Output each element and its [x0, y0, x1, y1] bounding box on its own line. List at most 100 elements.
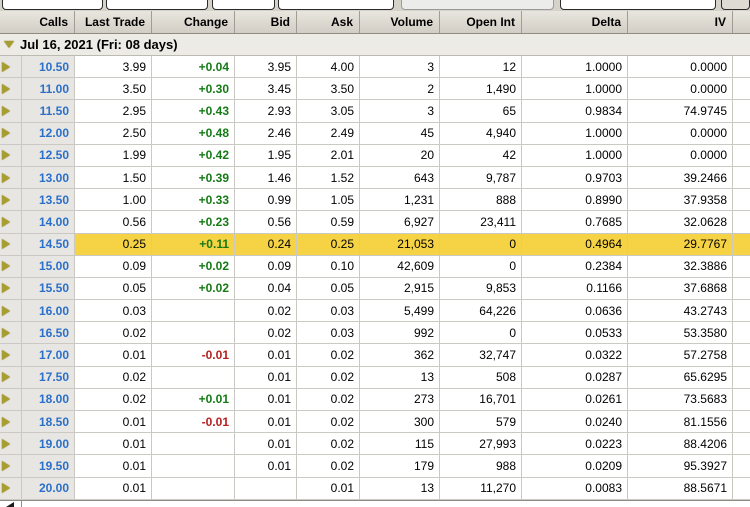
- row-expander[interactable]: [0, 144, 22, 167]
- cell-strike[interactable]: 20.00: [22, 477, 75, 500]
- row-expander[interactable]: [0, 322, 22, 345]
- cell-change: +0.23: [152, 211, 235, 234]
- cell-strike[interactable]: 11.50: [22, 100, 75, 123]
- option-row[interactable]: 17.00 0.01 -0.01 0.01 0.02 362 32,747 0.…: [0, 344, 750, 367]
- column-header-bid[interactable]: Bid: [235, 11, 297, 33]
- cell-open-int: 32,747: [440, 344, 522, 367]
- cell-ask: 0.02: [297, 388, 360, 411]
- option-row[interactable]: 15.00 0.09 +0.02 0.09 0.10 42,609 0 0.23…: [0, 255, 750, 278]
- option-row[interactable]: 13.50 1.00 +0.33 0.99 1.05 1,231 888 0.8…: [0, 189, 750, 212]
- cell-strike[interactable]: 16.00: [22, 300, 75, 323]
- row-expander[interactable]: [0, 477, 22, 500]
- cell-strike[interactable]: 11.00: [22, 78, 75, 101]
- row-expander[interactable]: [0, 255, 22, 278]
- row-expander[interactable]: [0, 411, 22, 434]
- option-row[interactable]: 12.00 2.50 +0.48 2.46 2.49 45 4,940 1.00…: [0, 122, 750, 145]
- cell-strike[interactable]: 17.50: [22, 366, 75, 389]
- column-header-volume[interactable]: Volume: [360, 11, 440, 33]
- cell-strike[interactable]: 15.00: [22, 255, 75, 278]
- cell-volume: 45: [360, 122, 440, 145]
- cell-change: [152, 477, 235, 500]
- cell-strike[interactable]: 18.00: [22, 388, 75, 411]
- option-row[interactable]: 11.00 3.50 +0.30 3.45 3.50 2 1,490 1.000…: [0, 78, 750, 101]
- row-arrow-icon: [2, 483, 10, 494]
- option-row[interactable]: 13.00 1.50 +0.39 1.46 1.52 643 9,787 0.9…: [0, 166, 750, 190]
- horizontal-scrollbar[interactable]: [0, 499, 750, 507]
- option-row[interactable]: 18.50 0.01 -0.01 0.01 0.02 300 579 0.024…: [0, 411, 750, 434]
- column-header-iv[interactable]: IV: [628, 11, 733, 33]
- row-expander[interactable]: [0, 455, 22, 478]
- cell-volume: 273: [360, 388, 440, 411]
- row-expander[interactable]: [0, 277, 22, 301]
- option-row[interactable]: 12.50 1.99 +0.42 1.95 2.01 20 42 1.0000 …: [0, 144, 750, 167]
- toolbar-control-2[interactable]: [106, 0, 208, 10]
- option-row[interactable]: 16.50 0.02 0.02 0.03 992 0 0.0533 53.358…: [0, 322, 750, 345]
- toolbar-control-6[interactable]: [560, 0, 716, 10]
- option-row[interactable]: 14.50 0.25 +0.11 0.24 0.25 21,053 0 0.49…: [0, 233, 750, 256]
- cell-iv: 0.0000: [628, 122, 733, 145]
- cell-extra: [733, 477, 750, 500]
- cell-strike[interactable]: 12.50: [22, 144, 75, 167]
- option-row[interactable]: 18.00 0.02 +0.01 0.01 0.02 273 16,701 0.…: [0, 388, 750, 411]
- option-row[interactable]: 19.00 0.01 0.01 0.02 115 27,993 0.0223 8…: [0, 433, 750, 456]
- cell-volume: 300: [360, 411, 440, 434]
- toolbar-control-5[interactable]: [401, 0, 554, 10]
- option-row[interactable]: 19.50 0.01 0.01 0.02 179 988 0.0209 95.3…: [0, 455, 750, 478]
- column-header-delta[interactable]: Delta: [522, 11, 628, 33]
- scroll-left-arrow-icon[interactable]: [6, 501, 14, 507]
- option-row[interactable]: 11.50 2.95 +0.43 2.93 3.05 3 65 0.9834 7…: [0, 100, 750, 123]
- cell-strike[interactable]: 10.50: [22, 56, 75, 79]
- row-expander[interactable]: [0, 78, 22, 101]
- row-expander[interactable]: [0, 233, 22, 256]
- column-header-change[interactable]: Change: [152, 11, 235, 33]
- column-header-calls[interactable]: Calls: [0, 11, 75, 33]
- cell-strike[interactable]: 16.50: [22, 322, 75, 345]
- cell-strike[interactable]: 18.50: [22, 411, 75, 434]
- toolbar-control-3[interactable]: [212, 0, 275, 10]
- cell-open-int: 42: [440, 144, 522, 167]
- cell-open-int: 0: [440, 322, 522, 345]
- toolbar-control-1[interactable]: [2, 0, 103, 10]
- option-row[interactable]: 10.50 3.99 +0.04 3.95 4.00 3 12 1.0000 0…: [0, 56, 750, 79]
- option-row[interactable]: 20.00 0.01 0.01 13 11,270 0.0083 88.5671: [0, 477, 750, 500]
- row-expander[interactable]: [0, 211, 22, 234]
- column-header-open-int[interactable]: Open Int: [440, 11, 522, 33]
- row-expander[interactable]: [0, 56, 22, 79]
- cell-iv: 0.0000: [628, 78, 733, 101]
- row-expander[interactable]: [0, 433, 22, 456]
- row-expander[interactable]: [0, 300, 22, 323]
- cell-strike[interactable]: 15.50: [22, 277, 75, 301]
- row-expander[interactable]: [0, 100, 22, 123]
- cell-change: +0.11: [152, 233, 235, 256]
- cell-strike[interactable]: 17.00: [22, 344, 75, 367]
- option-row[interactable]: 14.00 0.56 +0.23 0.56 0.59 6,927 23,411 …: [0, 211, 750, 234]
- cell-strike[interactable]: 19.50: [22, 455, 75, 478]
- toolbar-control-7[interactable]: [721, 0, 750, 10]
- row-arrow-icon: [2, 350, 10, 361]
- cell-bid: [235, 477, 297, 500]
- cell-strike[interactable]: 14.00: [22, 211, 75, 234]
- row-expander[interactable]: [0, 166, 22, 190]
- cell-strike[interactable]: 14.50: [22, 233, 75, 256]
- cell-extra: [733, 211, 750, 234]
- collapse-triangle-icon[interactable]: [4, 41, 14, 48]
- toolbar-control-4[interactable]: [278, 0, 394, 10]
- row-arrow-icon: [2, 283, 10, 294]
- row-expander[interactable]: [0, 366, 22, 389]
- cell-iv: 32.0628: [628, 211, 733, 234]
- cell-last-trade: 0.02: [75, 366, 152, 389]
- row-expander[interactable]: [0, 388, 22, 411]
- cell-strike[interactable]: 13.00: [22, 166, 75, 190]
- option-row[interactable]: 15.50 0.05 +0.02 0.04 0.05 2,915 9,853 0…: [0, 277, 750, 301]
- row-expander[interactable]: [0, 189, 22, 212]
- option-row[interactable]: 17.50 0.02 0.01 0.02 13 508 0.0287 65.62…: [0, 366, 750, 389]
- column-header-ask[interactable]: Ask: [297, 11, 360, 33]
- option-row[interactable]: 16.00 0.03 0.02 0.03 5,499 64,226 0.0636…: [0, 300, 750, 323]
- cell-strike[interactable]: 13.50: [22, 189, 75, 212]
- column-header-last-trade[interactable]: Last Trade: [75, 11, 152, 33]
- row-expander[interactable]: [0, 344, 22, 367]
- cell-strike[interactable]: 19.00: [22, 433, 75, 456]
- expiry-group-row[interactable]: Jul 16, 2021 (Fri: 08 days): [0, 34, 750, 56]
- row-expander[interactable]: [0, 122, 22, 145]
- cell-strike[interactable]: 12.00: [22, 122, 75, 145]
